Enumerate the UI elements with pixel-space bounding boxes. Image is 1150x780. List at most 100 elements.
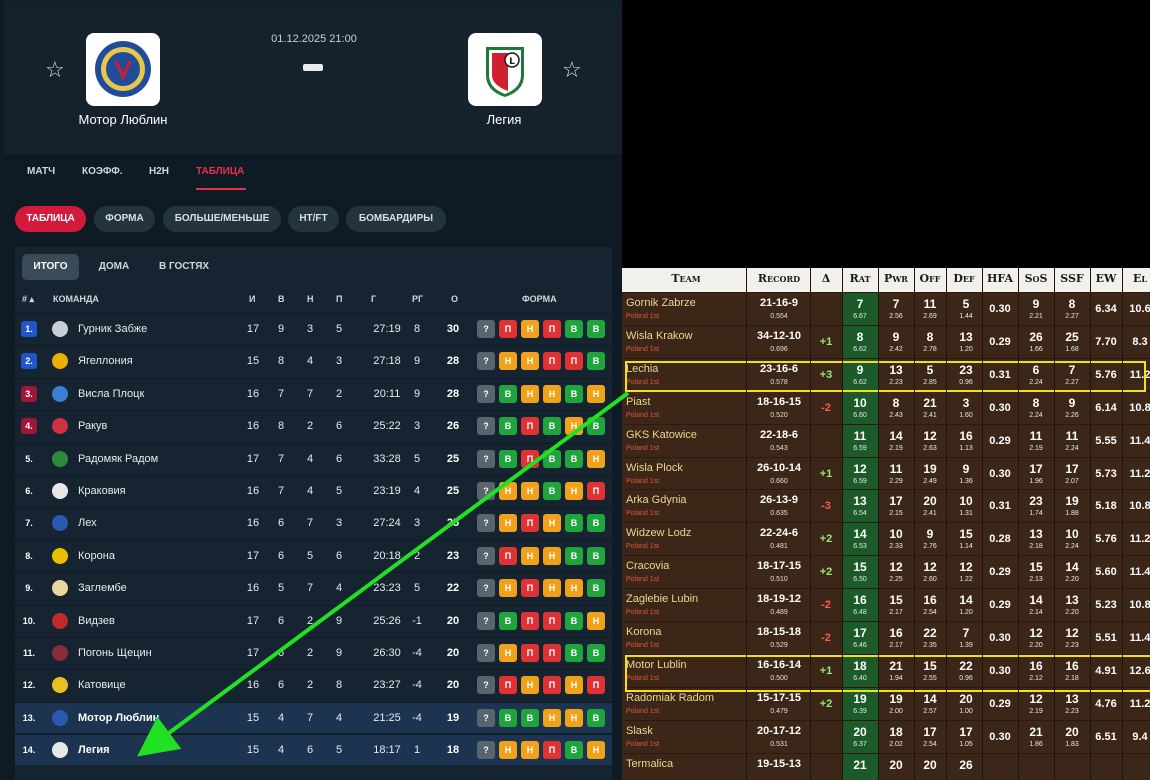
hdr-defense[interactable]: Def — [946, 272, 982, 285]
form-badge[interactable]: Н — [499, 482, 517, 500]
favorite-away-star-icon[interactable]: ☆ — [562, 58, 582, 83]
tab-h2h[interactable]: H2H — [149, 166, 169, 177]
hdr-ew[interactable]: EW — [1090, 272, 1122, 285]
team-link[interactable]: Gornik Zabrze — [626, 297, 696, 309]
form-badge[interactable]: В — [587, 708, 605, 727]
team-name[interactable]: Погонь Щецин — [78, 647, 152, 659]
form-badge[interactable]: В — [565, 320, 583, 338]
form-next-match[interactable]: ? — [477, 417, 495, 436]
hdr-ssf[interactable]: SSF — [1054, 272, 1090, 285]
form-badge[interactable]: В — [587, 352, 605, 371]
ratings-row[interactable]: Gornik Zabrze Poland 1st 21-16-9 0.554 7 6.67… — [622, 292, 1150, 326]
col-losses[interactable]: П — [336, 294, 342, 304]
team-name[interactable]: Краковия — [78, 485, 126, 497]
form-badge[interactable]: Н — [499, 514, 517, 533]
form-badge[interactable]: Н — [521, 676, 539, 695]
form-badge[interactable]: В — [587, 546, 605, 565]
form-badge[interactable]: В — [543, 449, 561, 468]
form-next-match[interactable]: ? — [477, 579, 495, 598]
table-row[interactable]: 7. Лех 16 6 7 3 27:24 3 25? Н П Н В В — [15, 507, 612, 538]
form-next-match[interactable]: ? — [477, 676, 495, 695]
form-badge[interactable]: В — [587, 644, 605, 662]
form-next-match[interactable]: ? — [477, 449, 495, 468]
pill-over-under[interactable]: БОЛЬШЕ/МЕНЬШЕ — [163, 206, 281, 232]
form-badge[interactable]: П — [543, 611, 561, 630]
subtab-home[interactable]: ДОМА — [88, 254, 140, 280]
pill-table[interactable]: ТАБЛИЦА — [15, 206, 86, 232]
ratings-row[interactable]: Termalica 19-15-13 21 20 20 26 — [622, 752, 1150, 780]
form-badge[interactable]: Н — [543, 514, 561, 533]
form-badge[interactable]: Н — [499, 352, 517, 371]
form-badge[interactable]: В — [587, 514, 605, 533]
form-badge[interactable]: Н — [543, 546, 561, 565]
form-next-match[interactable]: ? — [477, 384, 495, 403]
subtab-away[interactable]: В ГОСТЯХ — [150, 254, 218, 280]
tab-odds[interactable]: КОЭФФ. — [82, 166, 123, 177]
col-rank[interactable]: # ▴ — [22, 294, 34, 305]
form-badge[interactable]: П — [499, 546, 517, 565]
ratings-row[interactable]: GKS Katowice Poland 1st 22-18-6 0.543 11 6.59… — [622, 423, 1150, 458]
table-row[interactable]: 12. Катовице 16 6 2 8 23:27 -4 20? П Н П Н П — [15, 669, 612, 700]
form-badge[interactable]: П — [521, 417, 539, 436]
hdr-power[interactable]: Pwr — [878, 272, 914, 285]
form-badge[interactable]: П — [521, 579, 539, 598]
form-badge[interactable]: П — [499, 320, 517, 338]
team-name[interactable]: Ракув — [78, 420, 107, 432]
form-badge[interactable]: В — [565, 546, 583, 565]
ratings-row[interactable]: Wisla Plock Poland 1st 26-10-14 0.660 +1 12 6.… — [622, 456, 1150, 491]
form-badge[interactable]: В — [499, 708, 517, 727]
table-row[interactable]: 1. Гурник Забже 17 9 3 5 27:19 8 30? П Н П В В — [15, 313, 612, 344]
hdr-offense[interactable]: Off — [914, 272, 946, 285]
team-name[interactable]: Мотор Люблин — [78, 712, 159, 724]
form-next-match[interactable]: ? — [477, 644, 495, 662]
form-badge[interactable]: В — [543, 482, 561, 500]
form-next-match[interactable]: ? — [477, 320, 495, 338]
form-next-match[interactable]: ? — [477, 741, 495, 760]
team-link[interactable]: Korona — [626, 626, 661, 638]
table-row[interactable]: 11. Погонь Щецин 17 6 2 9 26:30 -4 20? Н П П В В — [15, 637, 612, 668]
ratings-row[interactable]: Zaglebie Lubin Poland 1st 18-19-12 0.489 -2 1… — [622, 588, 1150, 623]
team-link[interactable]: Piast — [626, 396, 650, 408]
tab-table[interactable]: ТАБЛИЦА — [196, 166, 244, 177]
form-badge[interactable]: П — [543, 320, 561, 338]
tab-match[interactable]: МАТЧ — [27, 166, 55, 177]
ratings-row[interactable]: Slask Poland 1st 20-17-12 0.531 20 6.37 18 2.02… — [622, 719, 1150, 754]
form-badge[interactable]: Н — [521, 482, 539, 500]
form-next-match[interactable]: ? — [477, 546, 495, 565]
form-badge[interactable]: Н — [587, 611, 605, 630]
form-badge[interactable]: Н — [543, 579, 561, 598]
form-badge[interactable]: В — [565, 644, 583, 662]
team-link[interactable]: Arka Gdynia — [626, 494, 687, 506]
form-next-match[interactable]: ? — [477, 611, 495, 630]
team-link[interactable]: Radomiak Radom — [626, 692, 714, 704]
form-badge[interactable]: Н — [587, 384, 605, 403]
team-name[interactable]: Катовице — [78, 679, 126, 691]
pill-ht-ft[interactable]: HT/FT — [288, 206, 339, 232]
form-badge[interactable]: Н — [499, 741, 517, 760]
table-row[interactable]: 9. Заглембе 16 5 7 4 23:23 5 22? Н П Н Н В — [15, 572, 612, 603]
home-team-name[interactable]: Мотор Люблин — [48, 112, 198, 127]
away-team-logo[interactable]: L — [468, 33, 542, 106]
form-badge[interactable]: В — [499, 611, 517, 630]
hdr-sos[interactable]: SoS — [1018, 272, 1054, 285]
ratings-row[interactable]: Widzew Lodz Poland 1st 22-24-6 0.481 +2 14 6.5… — [622, 522, 1150, 557]
form-badge[interactable]: В — [587, 417, 605, 436]
team-link[interactable]: Zaglebie Lubin — [626, 593, 698, 605]
form-badge[interactable]: П — [521, 449, 539, 468]
form-badge[interactable]: Н — [565, 417, 583, 436]
form-badge[interactable]: В — [565, 384, 583, 403]
form-badge[interactable]: В — [587, 320, 605, 338]
team-name[interactable]: Лех — [78, 517, 97, 529]
form-badge[interactable]: Н — [565, 482, 583, 500]
hdr-team[interactable]: Team — [626, 272, 746, 285]
form-badge[interactable]: Н — [543, 708, 561, 727]
form-badge[interactable]: П — [521, 644, 539, 662]
table-row[interactable]: 14. Легия 15 4 6 5 18:17 1 18? Н Н П В Н — [15, 734, 612, 766]
table-row[interactable]: 4. Ракув 16 8 2 6 25:22 3 26? В П В Н В — [15, 410, 612, 441]
form-badge[interactable]: В — [565, 514, 583, 533]
form-badge[interactable]: В — [521, 708, 539, 727]
ratings-row[interactable]: Korona Poland 1st 18-15-18 0.529 -2 17 6.46 16 2… — [622, 621, 1150, 655]
hdr-hfa[interactable]: HFA — [982, 272, 1018, 285]
col-goal-diff[interactable]: РГ — [412, 294, 423, 304]
form-badge[interactable]: В — [565, 611, 583, 630]
